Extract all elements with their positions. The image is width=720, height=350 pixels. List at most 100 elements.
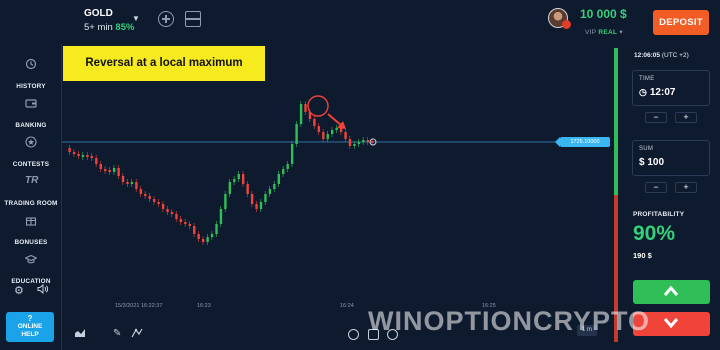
candle <box>299 104 303 124</box>
time-value: ◷ 12:07 <box>639 87 675 98</box>
help-label-line-1: ONLINE <box>17 323 43 330</box>
candle <box>108 170 111 172</box>
speaker-icon[interactable] <box>37 283 49 297</box>
time-increase-button[interactable]: + <box>675 112 697 123</box>
clock-timezone: (UTC +2) <box>661 52 689 59</box>
notification-badge <box>562 20 571 29</box>
account-balance[interactable]: 10 000 $ <box>580 7 627 21</box>
sidebar-tools: ⚙ <box>14 283 49 297</box>
time-value-text: 12:07 <box>649 87 676 98</box>
sum-decrease-button[interactable]: − <box>645 182 667 193</box>
candle <box>335 128 338 130</box>
candle <box>366 140 369 142</box>
sidebar-item-label: HISTORY <box>16 83 46 90</box>
candle <box>179 219 183 222</box>
history-icon <box>25 58 37 70</box>
time-axis-label: 16:24 <box>340 303 354 309</box>
candle <box>95 158 98 164</box>
clock-time: 12:06:05 <box>634 52 661 59</box>
candle <box>148 196 151 199</box>
chevron-up-icon <box>663 285 679 296</box>
chart-type-icon[interactable] <box>74 328 86 341</box>
candle <box>135 182 138 189</box>
asset-selector[interactable]: GOLD 5+ min 85% <box>84 8 134 33</box>
candle <box>268 189 272 194</box>
time-decrease-button[interactable]: − <box>645 112 667 123</box>
highlight-circle <box>307 95 329 117</box>
candle <box>250 194 254 204</box>
sidebar-item-label: TRADING ROOM <box>4 200 58 207</box>
sum-value: $ 100 <box>639 157 665 168</box>
candle <box>161 204 165 209</box>
gift-icon <box>25 214 37 226</box>
candle <box>353 144 356 146</box>
candle <box>242 174 245 184</box>
candle <box>206 237 209 242</box>
candle <box>130 182 134 184</box>
candle <box>255 204 258 209</box>
sidebar-item-bonuses[interactable]: BONUSES <box>0 214 62 249</box>
candle <box>286 164 289 169</box>
sidebar-item-banking[interactable]: BANKING <box>0 97 62 132</box>
candle <box>166 209 169 212</box>
candle <box>72 152 76 154</box>
sidebar-item-history[interactable]: HISTORY <box>0 58 62 93</box>
sum-label: SUM <box>639 146 654 152</box>
sidebar-item-contests[interactable]: CONTESTS <box>0 136 62 171</box>
candle <box>126 182 129 184</box>
sidebar-item-label: BONUSES <box>14 239 48 246</box>
candle <box>277 174 280 184</box>
annotation-banner: Reversal at a local maximum <box>63 46 265 81</box>
candle <box>90 156 94 158</box>
candle <box>215 224 218 234</box>
candle <box>153 199 156 202</box>
call-up-button[interactable] <box>633 280 710 304</box>
server-clock: 12:06:05 (UTC +2) <box>634 52 689 59</box>
sidebar-item-trading-room[interactable]: TR TRADING ROOM <box>0 175 62 210</box>
time-field[interactable]: TIME ◷ 12:07 <box>632 70 710 106</box>
layout-icon[interactable] <box>185 11 201 27</box>
candle <box>237 174 240 179</box>
chevron-down-icon[interactable]: ▾ <box>619 29 623 36</box>
gear-icon[interactable]: ⚙ <box>14 285 24 297</box>
candle <box>144 194 147 196</box>
candle <box>233 179 236 182</box>
tr-logo-icon: TR <box>25 175 39 186</box>
account-type: REAL <box>598 29 618 36</box>
sum-field[interactable]: SUM $ 100 <box>632 140 710 176</box>
candle <box>193 226 196 234</box>
help-label-line-2: HELP <box>21 331 39 338</box>
candle <box>317 126 321 132</box>
clock-icon: ◷ <box>639 87 647 97</box>
candle <box>201 239 205 242</box>
add-chart-icon[interactable] <box>158 11 174 27</box>
candle <box>331 130 334 134</box>
chevron-down-icon[interactable]: ▼ <box>132 14 140 23</box>
draw-pencil-icon[interactable]: ✎ <box>113 328 121 339</box>
candle <box>246 184 249 194</box>
online-help-button[interactable]: ? ONLINE HELP <box>6 312 54 342</box>
time-axis-label: 16:23 <box>197 303 211 309</box>
candle <box>112 168 116 172</box>
candle <box>371 141 374 143</box>
sidebar: HISTORY BANKING CONTESTS TR TRADING ROOM… <box>0 44 62 350</box>
indicators-icon[interactable] <box>131 328 143 341</box>
sum-increase-button[interactable]: + <box>675 182 697 193</box>
sidebar-item-education[interactable]: EDUCATION <box>0 253 62 288</box>
asset-details: 5+ min 85% <box>84 22 134 33</box>
deposit-button[interactable]: DEPOSIT <box>653 10 709 35</box>
candle <box>81 155 85 157</box>
graduation-cap-icon <box>24 253 38 265</box>
candle <box>282 169 285 174</box>
zoom-out-icon[interactable] <box>348 329 359 340</box>
time-label: TIME <box>639 76 655 82</box>
candle <box>339 128 343 132</box>
candle <box>304 104 307 112</box>
candle <box>170 212 174 214</box>
candle <box>259 202 263 209</box>
profitability-percent: 90% <box>633 222 676 245</box>
sidebar-item-label: CONTESTS <box>12 161 50 168</box>
candle <box>295 124 298 144</box>
reversal-arrow <box>327 113 343 127</box>
candle <box>228 182 232 194</box>
